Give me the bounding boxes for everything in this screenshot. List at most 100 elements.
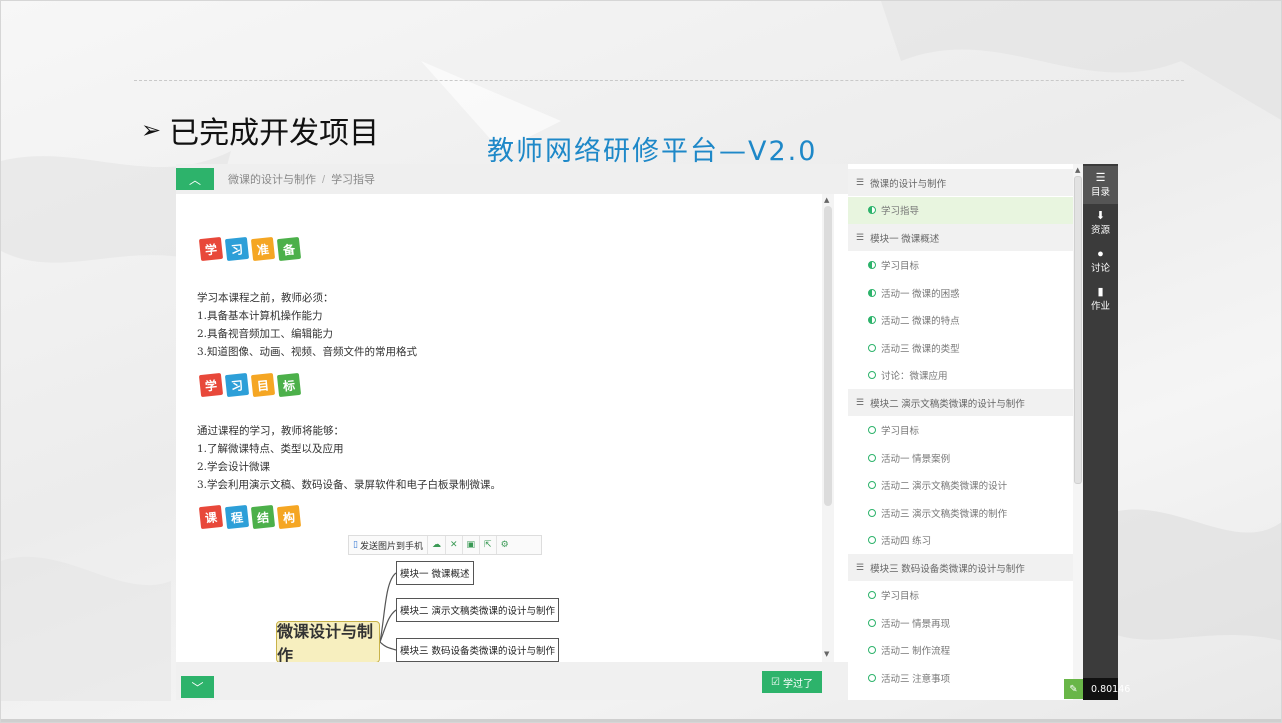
list-icon: ☰ bbox=[856, 562, 865, 572]
table-of-contents: ☰ 微课的设计与制作 学习指导 ☰ 模块一 微课概述 学习目标 活动一 微课的困惑 活动二 微… bbox=[848, 164, 1073, 700]
expand-button[interactable]: ﹀ bbox=[181, 676, 214, 698]
breadcrumb-course[interactable]: 微课的设计与制作 bbox=[228, 174, 316, 186]
toc-label: 活动三 演示文稿类微课的制作 bbox=[881, 508, 1008, 520]
mark-learned-label: 学过了 bbox=[782, 678, 813, 690]
progress-dot-icon bbox=[868, 426, 876, 434]
content-header: ︿ 微课的设计与制作 / 学习指导 bbox=[176, 164, 848, 194]
toc-label: 活动一 情景案例 bbox=[881, 453, 951, 465]
progress-dot-icon bbox=[868, 646, 876, 654]
file-icon: ▮ bbox=[1097, 286, 1104, 298]
side-nav-label: 资源 bbox=[1090, 225, 1110, 236]
progress-dot-icon bbox=[868, 453, 876, 462]
progress-dot-icon bbox=[868, 316, 876, 324]
progress-dot-icon bbox=[868, 618, 876, 627]
collapse-button[interactable]: ︿ bbox=[176, 168, 214, 190]
toc-scrollbar[interactable]: ▲ bbox=[1073, 164, 1083, 700]
header-divider bbox=[134, 80, 1184, 81]
side-nav-list[interactable]: ☰ 目录 bbox=[1083, 166, 1118, 204]
checkbox-icon: ☑ bbox=[771, 676, 780, 688]
toc-scroll-up-icon[interactable]: ▲ bbox=[1075, 166, 1080, 174]
progress-dot-icon bbox=[868, 591, 876, 599]
toc-item[interactable]: 学习目标 bbox=[848, 417, 1073, 444]
scroll-thumb[interactable] bbox=[824, 206, 832, 506]
toc-label: 活动三 注意事项 bbox=[881, 673, 951, 685]
list-icon: ☰ bbox=[856, 397, 865, 407]
mindmap-connectors bbox=[379, 572, 397, 651]
progress-dot-icon bbox=[868, 343, 876, 352]
toc-item[interactable]: 活动二 制作流程 bbox=[848, 637, 1073, 664]
toc-item[interactable]: 活动三 注意事项 bbox=[848, 664, 1073, 691]
toc-item[interactable]: 活动二 演示文稿类微课的设计 bbox=[848, 472, 1073, 499]
corner-value: 0.80146 bbox=[1083, 678, 1130, 700]
toc-scroll-thumb[interactable] bbox=[1074, 176, 1082, 484]
toc-item[interactable]: 活动三 演示文稿类微课的制作 bbox=[848, 499, 1073, 526]
content-footer: ﹀ ☑ 学过了 bbox=[176, 662, 848, 700]
chevron-up-icon: ︿ bbox=[188, 172, 201, 187]
heading-text: 已完成开发项目 bbox=[169, 116, 380, 151]
progress-dot-icon bbox=[868, 371, 876, 379]
side-nav-file[interactable]: ▮ 作业 bbox=[1083, 280, 1118, 318]
mindmap-node[interactable]: 模块二 演示文稿类微课的设计与制作 bbox=[396, 598, 560, 622]
progress-dot-icon bbox=[868, 673, 876, 682]
progress-dot-icon bbox=[868, 481, 876, 489]
mindmap-node[interactable]: 模块一 微课概述 bbox=[396, 561, 474, 585]
progress-dot-icon bbox=[868, 206, 876, 214]
toc-label: 活动一 微课的困惑 bbox=[881, 288, 960, 300]
side-nav-label: 作业 bbox=[1090, 301, 1110, 312]
mindmap-node[interactable]: 模块三 数码设备类微课的设计与制作 bbox=[396, 638, 560, 662]
breadcrumb-separator: / bbox=[322, 174, 326, 186]
content-pane: ︿ 微课的设计与制作 / 学习指导 学 习 准 备 学习本课程之前，教师必须： 1.… bbox=[176, 164, 848, 700]
toc-item[interactable]: 活动一 微课的困惑 bbox=[848, 279, 1073, 306]
side-nav: 0.80146 ☰ 目录 ⬇ 资源 ● 讨论 ▮ 作业 bbox=[1083, 164, 1130, 700]
leaf-icon[interactable]: ✎ bbox=[1064, 679, 1083, 699]
toc-label: 活动二 演示文稿类微课的设计 bbox=[881, 481, 1008, 492]
toc-label: 讨论：微课应用 bbox=[881, 371, 948, 382]
scroll-down-icon[interactable]: ▼ bbox=[824, 650, 829, 658]
breadcrumb-current: 学习指导 bbox=[331, 174, 376, 186]
toc-item[interactable]: 活动一 情景案例 bbox=[848, 444, 1073, 471]
slide-heading: ➢ 已完成开发项目 bbox=[141, 109, 379, 151]
progress-dot-icon bbox=[868, 288, 876, 297]
progress-dot-icon bbox=[868, 508, 876, 517]
bullet-arrow-icon: ➢ bbox=[141, 116, 162, 144]
toc-label: 学习指导 bbox=[881, 206, 920, 217]
toc-label: 活动三 微课的类型 bbox=[881, 343, 960, 355]
toc-item[interactable]: 学习指导 bbox=[848, 196, 1073, 224]
toc-item[interactable]: 活动四 练习 bbox=[848, 527, 1073, 554]
toc-item[interactable]: 学习目标 bbox=[848, 252, 1073, 279]
toc-item[interactable]: 活动三 微课的类型 bbox=[848, 334, 1073, 361]
toc-label: 活动四 练习 bbox=[881, 536, 932, 547]
side-nav-label: 目录 bbox=[1090, 187, 1110, 198]
toc-label: 活动二 制作流程 bbox=[881, 646, 951, 657]
toc-item[interactable]: 讨论：微课应用 bbox=[848, 362, 1073, 389]
toc-label: 微课的设计与制作 bbox=[870, 178, 947, 190]
lesson-content: 学 习 准 备 学习本课程之前，教师必须： 1.具备基本计算机操作能力 2.具备… bbox=[180, 196, 824, 662]
platform-title: 教师网络研修平台—V2.0 bbox=[487, 136, 818, 167]
content-scrollbar[interactable]: ▲ ▼ bbox=[822, 194, 834, 662]
progress-dot-icon bbox=[868, 536, 876, 544]
side-nav-chat[interactable]: ● 讨论 bbox=[1083, 242, 1118, 280]
toc-chapter[interactable]: ☰ 模块一 微课概述 bbox=[848, 224, 1073, 251]
toc-label: 学习目标 bbox=[881, 426, 920, 437]
chat-icon: ● bbox=[1097, 248, 1104, 260]
toc-label: 活动二 微课的特点 bbox=[881, 316, 960, 327]
list-icon: ☰ bbox=[856, 177, 865, 187]
course-player-screenshot: ︿ 微课的设计与制作 / 学习指导 学 习 准 备 学习本课程之前，教师必须： 1.… bbox=[176, 164, 1130, 700]
toc-chapter[interactable]: ☰ 模块三 数码设备类微课的设计与制作 bbox=[848, 554, 1073, 581]
mark-learned-button[interactable]: ☑ 学过了 bbox=[762, 671, 822, 693]
toc-chapter[interactable]: ☰ 微课的设计与制作 bbox=[848, 169, 1073, 196]
scroll-up-icon[interactable]: ▲ bbox=[824, 196, 829, 204]
toc-item[interactable]: 学习目标 bbox=[848, 582, 1073, 609]
list-icon: ☰ bbox=[856, 232, 865, 242]
mindmap-center-node[interactable]: 微课设计与制作 bbox=[276, 621, 380, 662]
side-nav-download[interactable]: ⬇ 资源 bbox=[1083, 204, 1118, 242]
toc-chapter[interactable]: ☰ 模块二 演示文稿类微课的设计与制作 bbox=[848, 389, 1073, 416]
breadcrumb: 微课的设计与制作 / 学习指导 bbox=[228, 171, 375, 187]
toc-label: 学习目标 bbox=[881, 261, 920, 272]
toc-label: 活动一 情景再现 bbox=[881, 618, 951, 630]
toc-item[interactable]: 活动一 情景再现 bbox=[848, 609, 1073, 636]
progress-dot-icon bbox=[868, 261, 876, 269]
side-nav-label: 讨论 bbox=[1090, 263, 1110, 274]
footer-bar bbox=[1, 719, 1281, 722]
toc-item[interactable]: 活动二 微课的特点 bbox=[848, 307, 1073, 334]
